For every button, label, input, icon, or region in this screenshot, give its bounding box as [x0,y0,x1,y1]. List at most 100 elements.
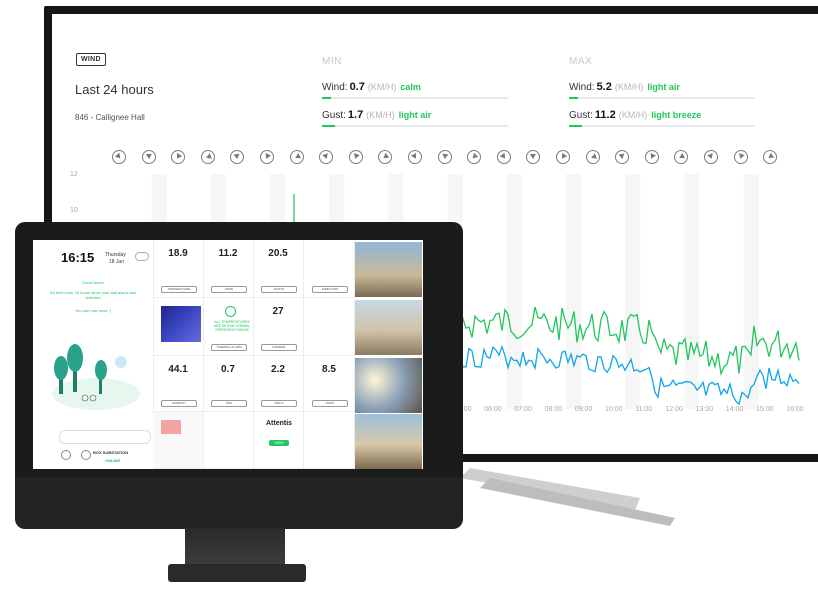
sensor-button[interactable]: DUSTS [261,286,297,293]
chart-band [743,174,759,409]
sensor-button[interactable]: PM2.5 [261,400,297,407]
sensor-tile[interactable]: 27 THERMAL [253,298,304,356]
wind-direction-icon [109,147,129,167]
wind-direction-icon [731,148,750,166]
sensor-button[interactable]: HUMIDITY [161,400,197,407]
chart-band [595,174,611,409]
greeting: Good Noon! [82,280,104,285]
alert-block [161,420,181,434]
sensor-value: 20.5 [268,248,288,259]
max-wind-bar [569,97,755,99]
brand-button[interactable]: VIEW [269,440,289,446]
widget-tile[interactable] [204,412,254,469]
sensor-tile[interactable]: 2.2 PM2.5 [253,356,304,412]
sensor-button[interactable]: TEMPERATURE [161,286,197,293]
max-gust-bar [569,125,755,127]
sensor-tile[interactable]: 0.7 PM1 [203,356,254,412]
imac-stand [185,528,285,566]
thermal-alarm-icon [225,306,236,317]
camera-feed-3[interactable] [355,358,422,413]
wind-direction-icon [464,147,485,167]
wind-direction-icon [257,147,277,167]
wind-direction-icon [553,147,573,167]
chart-band [773,174,789,409]
refresh-icon[interactable] [61,450,71,460]
camera-feed-4[interactable] [355,414,422,469]
sensor-tile[interactable]: DIRECTION [304,240,355,298]
sensor-value: 8.5 [322,364,336,375]
chart-band [684,174,700,409]
tv-stand [460,468,675,526]
chart-band [506,174,522,409]
wind-direction-icon [526,149,541,165]
max-wind: Wind: 5.2 (KM/H) light air [569,81,680,93]
min-gust-bar [322,125,508,127]
clock-time: 16:15 [61,250,95,265]
wind-direction-icon [583,148,602,166]
chart-band [625,174,641,409]
sensor-tile[interactable]: 20.5 DUSTS [253,240,304,298]
notice-box [59,430,151,444]
widget-tile[interactable] [304,412,355,469]
x-tick-label: 16:00 [786,406,804,413]
sensor-tile[interactable]: 8.5 PM10 [304,356,355,412]
sensor-value: 0.7 [221,364,235,375]
sensor-tile[interactable] [304,298,355,356]
chart-band [477,174,493,409]
chart-band [654,174,670,409]
sensor-value: 18.9 [168,248,188,259]
wind-direction-icon [141,149,156,165]
x-tick-label: 10:00 [605,406,623,413]
chart-band [566,174,581,409]
sensor-tile[interactable]: 18.9 TEMPERATURE [153,240,204,298]
min-wind-bar [322,97,508,99]
wind-direction-icon [642,147,662,167]
wind-direction-icon [613,148,631,166]
x-tick-label: 06:00 [484,406,502,413]
sensor-button[interactable]: THERMAL [261,344,297,351]
imac-foot [168,564,306,582]
wind-direction-icon [405,147,425,167]
wind-direction-icon [287,147,307,167]
brand-logo: Attentis [266,420,293,427]
sensor-value: 27 [272,306,284,317]
sensor-button[interactable]: DIRECTION [312,286,348,293]
sensor-button[interactable]: PM10 [312,400,348,407]
wind-direction-icon [493,147,514,167]
max-gust: Gust: 11.2 (KM/H) light breeze [569,109,702,121]
thermal-image [161,306,201,342]
day-label: Thursday [105,252,126,258]
site-name: BOX SUBSTATION [93,450,129,455]
camera-feed-1[interactable] [355,242,422,297]
sensor-value: 11.2 [218,248,238,259]
chart-band [536,174,552,409]
location-label: 846 - Callignee Hall [75,113,145,122]
wind-direction-icon [436,149,453,165]
x-tick-label: 07:00 [514,406,532,413]
date-label: 18 Jun [109,259,125,265]
sensor-button[interactable]: WIND [211,286,247,293]
wind-direction-icon [760,147,780,167]
min-wind: Wind: 0.7 (KM/H) calm [322,81,421,93]
site-status: ONLINE [105,458,121,463]
x-tick-label: 09:00 [574,406,593,413]
min-gust: Gust: 1.7 (KM/H) light air [322,109,432,121]
x-tick-label: 15:00 [756,406,774,413]
relax-message: You can now relax :) [74,308,112,313]
menu-icon[interactable] [81,450,91,460]
wind-direction-icon [198,148,217,166]
min-heading: MIN [322,56,342,67]
sensor-tile[interactable]: 44.1 HUMIDITY [153,356,204,412]
sensor-button[interactable]: PM1 [211,400,247,407]
imac-chin [15,477,463,529]
page-title: Last 24 hours [75,82,154,97]
sensor-button[interactable]: THERMAL ALARM [211,344,247,351]
sensor-tile[interactable]: 11.2 WIND [203,240,254,298]
wind-direction-icon [671,147,691,167]
x-tick-label: 12:00 [665,406,683,413]
x-tick-label: 11:00 [635,406,653,413]
sensor-value: 2.2 [271,364,285,375]
x-tick-label: 13:00 [695,406,714,413]
wind-direction-icon [347,148,365,166]
camera-feed-2[interactable] [355,300,422,355]
